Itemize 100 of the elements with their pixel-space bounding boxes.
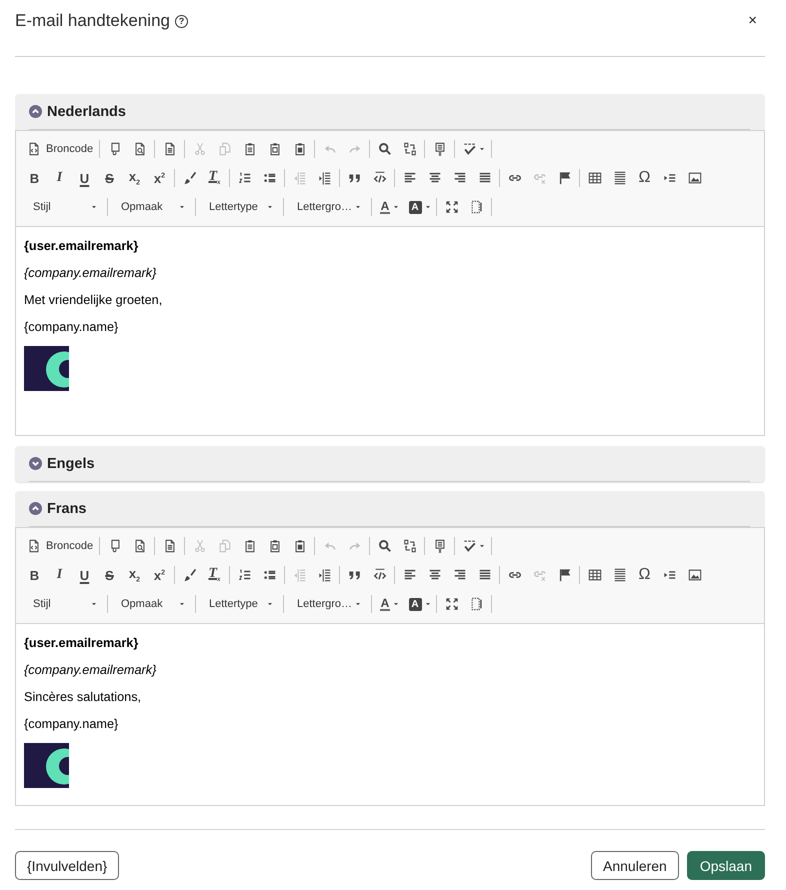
indent-icon[interactable]	[318, 171, 332, 185]
align-justify-icon[interactable]	[478, 171, 492, 185]
horizontal-lines-icon[interactable]	[612, 171, 626, 185]
omega-button[interactable]: Ω	[632, 563, 657, 587]
caret-icon	[180, 206, 184, 208]
format-dropdown[interactable]: Opmaak	[110, 195, 193, 219]
document-magnifier-icon[interactable]	[132, 539, 147, 553]
swap-arrows-icon[interactable]	[402, 539, 417, 553]
clipboard-box-icon[interactable]	[268, 539, 282, 553]
horizontal-lines-icon[interactable]	[612, 568, 626, 582]
document-magnifier-icon[interactable]	[132, 142, 147, 156]
logo-image	[24, 346, 69, 391]
caret-icon	[356, 602, 360, 606]
save-button[interactable]: Opslaan	[686, 851, 765, 880]
check-mark-icon[interactable]	[462, 539, 477, 553]
styles-dropdown[interactable]: Stijl	[22, 592, 105, 616]
expand-arrows-icon[interactable]	[444, 200, 458, 214]
background-color-button[interactable]: A	[404, 195, 434, 219]
editor-field[interactable]: {user.emailremark} {company.emailremark} Met vriendelijke groeten, {company.name}	[15, 227, 765, 436]
clear-format-button[interactable]: T$_{x}$	[202, 563, 227, 587]
format-dropdown[interactable]: Opmaak	[110, 592, 193, 616]
bold-button[interactable]: B	[22, 563, 47, 587]
clipboard-box-icon[interactable]	[292, 539, 307, 553]
clipboard-icon[interactable]	[242, 539, 257, 553]
indent-icon[interactable]	[318, 568, 332, 582]
dotted-frame-icon[interactable]	[470, 200, 484, 214]
document-lines-icon[interactable]	[162, 539, 177, 553]
triangle-lines-icon[interactable]	[662, 568, 676, 582]
font-size-dropdown[interactable]: Lettergro…	[286, 195, 369, 219]
italic-button[interactable]: I	[47, 563, 72, 587]
bullet-list-icon[interactable]	[262, 568, 276, 582]
subscript-button[interactable]: x$_{2}$	[122, 563, 147, 587]
align-right-icon[interactable]	[452, 171, 466, 185]
bullet-list-icon[interactable]	[262, 171, 276, 185]
caret-icon[interactable]	[480, 148, 484, 150]
numbered-list-icon[interactable]	[238, 568, 252, 582]
dialog-title: E-mail handtekening	[15, 11, 170, 31]
strikethrough-button[interactable]: S	[97, 166, 122, 190]
paintbrush-icon[interactable]	[182, 171, 196, 185]
superscript-button[interactable]: x$^{2}$	[147, 166, 172, 190]
expand-arrows-icon[interactable]	[444, 597, 458, 611]
styles-dropdown[interactable]: Stijl	[22, 195, 105, 219]
table-grid-icon[interactable]	[588, 171, 602, 185]
document-cursor-icon[interactable]	[432, 142, 447, 156]
clipboard-box-icon[interactable]	[292, 142, 307, 156]
accordion-header[interactable]: Nederlands	[15, 94, 765, 130]
check-mark-icon[interactable]	[462, 142, 477, 156]
document-cursor-icon[interactable]	[432, 539, 447, 553]
source-button[interactable]: Broncode	[22, 137, 98, 161]
editor-field[interactable]: {user.emailremark} {company.emailremark} Sincères salutations, {company.name}	[15, 624, 765, 806]
image-icon[interactable]	[688, 171, 702, 185]
help-button[interactable]: ?	[174, 14, 188, 28]
paintbrush-icon[interactable]	[182, 568, 196, 582]
cancel-button[interactable]: Annuleren	[591, 851, 679, 880]
align-right-icon[interactable]	[452, 568, 466, 582]
text-color-button[interactable]: A	[374, 195, 404, 219]
source-button[interactable]: Broncode	[22, 534, 98, 558]
triangle-lines-icon[interactable]	[662, 171, 676, 185]
text-color-button[interactable]: A	[374, 592, 404, 616]
flag-icon[interactable]	[558, 171, 572, 185]
table-grid-icon[interactable]	[588, 568, 602, 582]
clear-format-button[interactable]: T$_{x}$	[202, 166, 227, 190]
close-button[interactable]: ×	[748, 13, 757, 29]
caret-icon[interactable]	[480, 544, 484, 548]
background-color-button[interactable]: A	[404, 592, 434, 616]
italic-button[interactable]: I	[47, 166, 72, 190]
code-brackets-icon[interactable]	[372, 171, 386, 185]
accordion-title: Frans	[47, 500, 86, 516]
caret-icon	[356, 206, 360, 208]
clipboard-icon[interactable]	[242, 142, 257, 156]
dotted-frame-icon[interactable]	[470, 597, 484, 611]
code-brackets-icon[interactable]	[372, 568, 386, 582]
accordion-header[interactable]: Frans	[15, 491, 765, 527]
bold-button[interactable]: B	[22, 166, 47, 190]
superscript-button[interactable]: x$^{2}$	[147, 563, 172, 587]
align-center-icon[interactable]	[428, 171, 442, 185]
swap-arrows-icon[interactable]	[402, 142, 417, 156]
subscript-button[interactable]: x$_{2}$	[122, 166, 147, 190]
document-lines-icon[interactable]	[162, 142, 177, 156]
align-left-icon[interactable]	[402, 171, 416, 185]
accordion-header[interactable]: Engels	[15, 446, 765, 482]
strikethrough-button[interactable]: S	[97, 563, 122, 587]
search-icon[interactable]	[378, 142, 392, 156]
font-size-dropdown[interactable]: Lettergro…	[286, 592, 369, 616]
caret-icon	[92, 602, 96, 606]
search-icon[interactable]	[378, 539, 392, 553]
align-center-icon[interactable]	[428, 568, 442, 582]
align-left-icon[interactable]	[402, 568, 416, 582]
fields-button[interactable]: {Invulvelden}	[15, 851, 120, 880]
align-justify-icon[interactable]	[478, 568, 492, 582]
logo-image	[24, 743, 69, 788]
underline-button[interactable]: U	[72, 563, 97, 587]
flag-icon[interactable]	[558, 568, 572, 582]
numbered-list-icon[interactable]	[238, 171, 252, 185]
font-dropdown[interactable]: Lettertype	[198, 592, 281, 616]
underline-button[interactable]: U	[72, 166, 97, 190]
omega-button[interactable]: Ω	[632, 166, 657, 190]
clipboard-box-icon[interactable]	[268, 142, 282, 156]
font-dropdown[interactable]: Lettertype	[198, 195, 281, 219]
image-icon[interactable]	[688, 568, 702, 582]
